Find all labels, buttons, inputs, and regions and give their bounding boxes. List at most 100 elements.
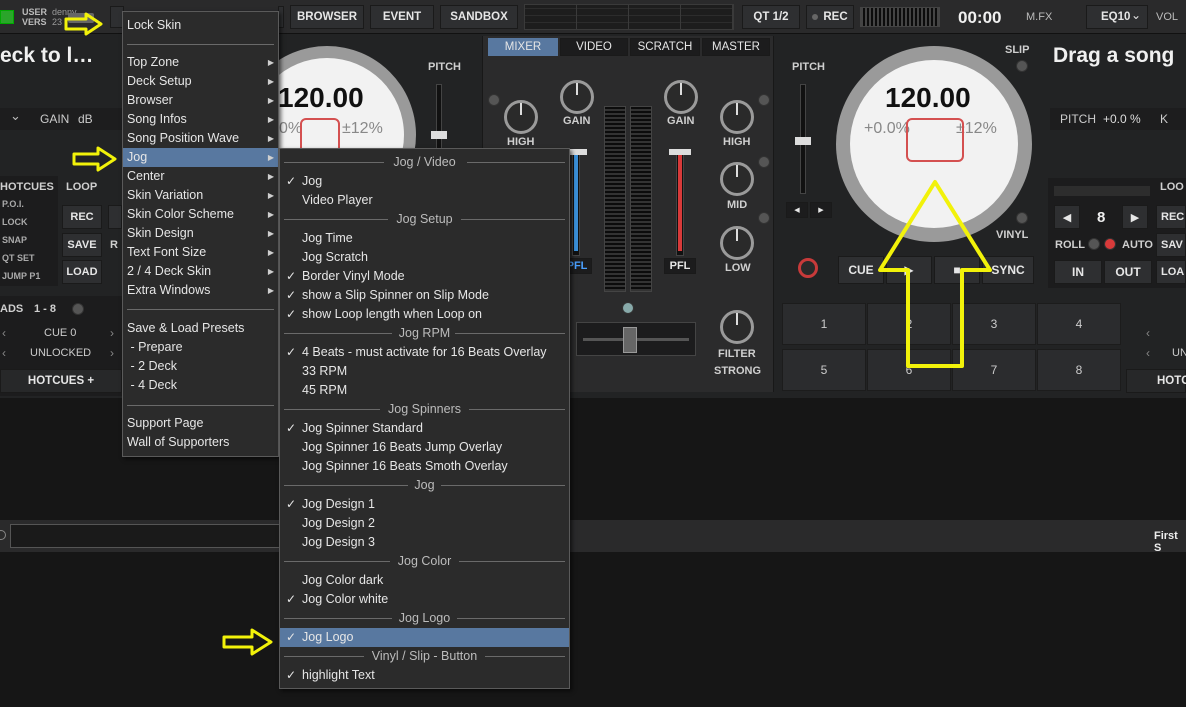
mixer-right-gain-knob[interactable] — [664, 80, 698, 114]
vinyl-indicator[interactable] — [1016, 212, 1028, 224]
menu-item-browser[interactable]: Browser ▶ — [123, 91, 278, 110]
deck-left-prev-button[interactable] — [108, 205, 122, 229]
tab-scratch[interactable]: SCRATCH — [630, 38, 700, 56]
sampler-grid[interactable] — [524, 4, 734, 30]
menu-item-wall-of-supporters[interactable]: Wall of Supporters — [123, 433, 278, 452]
slip-indicator[interactable] — [1016, 60, 1028, 72]
tab-mixer[interactable]: MIXER — [488, 38, 558, 56]
menu-item-jog-design-3[interactable]: Jog Design 3 — [280, 533, 569, 552]
roll-indicator[interactable] — [1088, 238, 1100, 250]
menu-item-preset-2-deck[interactable]: - 2 Deck — [123, 357, 278, 376]
menu-item-song-position-wave[interactable]: Song Position Wave ▶ — [123, 129, 278, 148]
menu-item-jog-time[interactable]: Jog Time — [280, 229, 569, 248]
deck-right-rec-button[interactable]: REC — [1156, 205, 1186, 229]
chevron-right-icon[interactable]: › — [110, 326, 114, 340]
deck-left-load-button[interactable]: LOAD — [62, 260, 102, 284]
mixer-right-volume-fader[interactable] — [669, 149, 691, 256]
menu-item-spinner-smooth-overlay[interactable]: Jog Spinner 16 Beats Smoth Overlay — [280, 457, 569, 476]
menu-item-preset-prepare[interactable]: - Prepare — [123, 338, 278, 357]
chevron-left-icon[interactable]: ‹ — [2, 346, 6, 360]
menu-item-jog-scratch[interactable]: Jog Scratch — [280, 248, 569, 267]
deck-left-save-button[interactable]: SAVE — [62, 233, 102, 257]
pad-5[interactable]: 5 — [782, 349, 866, 391]
tab-sandbox[interactable]: SANDBOX — [440, 5, 518, 29]
crossfader-handle[interactable] — [623, 327, 637, 353]
tab-video[interactable]: VIDEO — [560, 38, 628, 56]
menu-item-top-zone[interactable]: Top Zone ▶ — [123, 53, 278, 72]
deck-right-save-button[interactable]: SAV — [1156, 233, 1186, 257]
mixer-right-mid-kill[interactable] — [758, 156, 770, 168]
mixer-left-gain-knob[interactable] — [560, 80, 594, 114]
mixer-left-volume-fader[interactable] — [565, 149, 587, 256]
menu-item-skin-color-scheme[interactable]: Skin Color Scheme ▶ — [123, 205, 278, 224]
search-input[interactable] — [10, 524, 282, 548]
mixer-right-high-knob[interactable] — [720, 100, 754, 134]
menu-item-song-infos[interactable]: Song Infos ▶ — [123, 110, 278, 129]
auto-indicator[interactable] — [1104, 238, 1116, 250]
eq-select[interactable]: EQ10 ⌄ — [1086, 5, 1148, 29]
chevron-left-icon[interactable]: ‹ — [2, 326, 6, 340]
mixer-right-mid-knob[interactable] — [720, 162, 754, 196]
poi-label[interactable]: P.O.I. — [2, 199, 24, 209]
qt-button[interactable]: QT 1/2 — [742, 5, 800, 29]
menu-item-slip-spinner[interactable]: ✓ show a Slip Spinner on Slip Mode — [280, 286, 569, 305]
loop-prev-button[interactable]: ◀ — [1054, 205, 1080, 229]
hotcues-label[interactable]: HOTCUES — [0, 181, 54, 193]
crossfader-center-dot[interactable] — [622, 302, 634, 314]
hotcues-plus-button[interactable]: HOTCUES + — [0, 369, 122, 393]
rec-button[interactable]: REC — [806, 5, 854, 29]
pads-indicator[interactable] — [72, 303, 84, 315]
menu-item-preset-4-deck[interactable]: - 4 Deck — [123, 376, 278, 395]
pad-1[interactable]: 1 — [782, 303, 866, 345]
deck-right-pitch-down[interactable]: ◀ — [786, 202, 808, 218]
menu-item-deck-skin[interactable]: 2 / 4 Deck Skin ▶ — [123, 262, 278, 281]
menu-item-jog-design-2[interactable]: Jog Design 2 — [280, 514, 569, 533]
menu-item-border-vinyl-mode[interactable]: ✓ Border Vinyl Mode — [280, 267, 569, 286]
mixer-right-low-knob[interactable] — [720, 226, 754, 260]
menu-item-jog[interactable]: Jog ▶ — [123, 148, 278, 167]
mixer-right-low-kill[interactable] — [758, 212, 770, 224]
menu-item-jog-design-1[interactable]: ✓ Jog Design 1 — [280, 495, 569, 514]
menu-item-jog-color-white[interactable]: ✓ Jog Color white — [280, 590, 569, 609]
deck-left-pitch-handle[interactable] — [431, 131, 447, 139]
deck-right-load-button[interactable]: LOA — [1156, 260, 1186, 284]
menu-item-jog-logo[interactable]: ✓ Jog Logo — [280, 628, 569, 647]
menu-item-loop-length[interactable]: ✓ show Loop length when Loop on — [280, 305, 569, 324]
chevron-down-icon[interactable]: ⌄ — [10, 108, 21, 124]
menu-item-text-font-size[interactable]: Text Font Size ▶ — [123, 243, 278, 262]
menu-item-save-load-presets[interactable]: Save & Load Presets — [123, 319, 278, 338]
qt-set-label[interactable]: QT SET — [2, 253, 35, 263]
snap-label[interactable]: SNAP — [2, 235, 27, 245]
menu-item-highlight-text[interactable]: ✓ highlight Text — [280, 666, 569, 685]
menu-item-extra-windows[interactable]: Extra Windows ▶ — [123, 281, 278, 300]
deck-left-rec-button[interactable]: REC — [62, 205, 102, 229]
tab-browser[interactable]: BROWSER — [290, 5, 364, 29]
lock-label[interactable]: LOCK — [2, 217, 28, 227]
deck-right-hotcues-button[interactable]: HOTC — [1126, 369, 1186, 393]
menu-item-33-rpm[interactable]: 33 RPM — [280, 362, 569, 381]
menu-item-45-rpm[interactable]: 45 RPM — [280, 381, 569, 400]
menu-item-lock-skin[interactable]: Lock Skin — [123, 16, 278, 35]
jump-p1-label[interactable]: JUMP P1 — [2, 271, 40, 281]
tab-event[interactable]: EVENT — [370, 5, 434, 29]
loop-next-button[interactable]: ▶ — [1122, 205, 1148, 229]
skin-logo-icon[interactable] — [0, 10, 14, 24]
menu-item-support-page[interactable]: Support Page — [123, 414, 278, 433]
mixer-right-pfl-button[interactable]: PFL — [664, 258, 696, 274]
pad-4[interactable]: 4 — [1037, 303, 1121, 345]
mixer-right-volume-handle[interactable] — [669, 149, 691, 155]
chevron-right-icon[interactable]: › — [110, 346, 114, 360]
crossfader[interactable] — [576, 322, 696, 356]
menu-item-4-beats[interactable]: ✓ 4 Beats - must activate for 16 Beats Ov… — [280, 343, 569, 362]
menu-item-center[interactable]: Center ▶ — [123, 167, 278, 186]
menu-item-skin-variation[interactable]: Skin Variation ▶ — [123, 186, 278, 205]
filter-knob[interactable] — [720, 310, 754, 344]
chevron-left-icon[interactable]: ‹ — [1146, 326, 1150, 340]
tab-master[interactable]: MASTER — [702, 38, 770, 56]
mixer-right-high-kill[interactable] — [758, 94, 770, 106]
deck-right-pitch-slider[interactable] — [795, 84, 811, 194]
mixer-left-high-knob[interactable] — [504, 100, 538, 134]
mixer-left-high-kill[interactable] — [488, 94, 500, 106]
menu-item-deck-setup[interactable]: Deck Setup ▶ — [123, 72, 278, 91]
loop-in-button[interactable]: IN — [1054, 260, 1102, 284]
